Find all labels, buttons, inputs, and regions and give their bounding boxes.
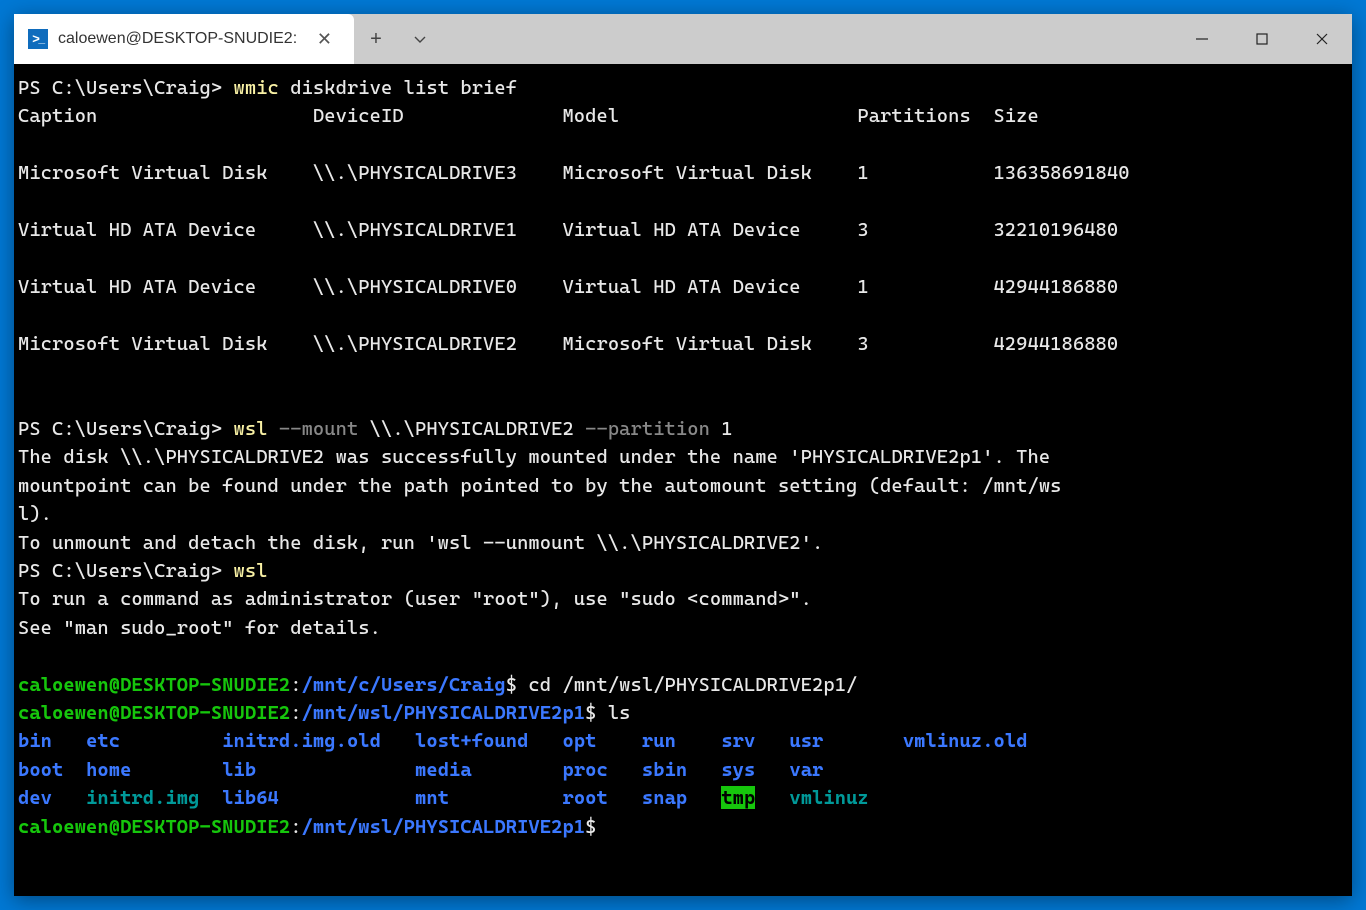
sudo-hint: To run a command as administrator (user … [18, 585, 1348, 613]
powershell-icon [28, 29, 48, 49]
table-row: Microsoft Virtual Disk \\.\PHYSICALDRIVE… [18, 159, 1348, 187]
maximize-button[interactable] [1232, 14, 1292, 64]
tab-title: caloewen@DESKTOP-SNUDIE2: [58, 30, 303, 48]
terminal-body[interactable]: PS C:\Users\Craig> wmic diskdrive list b… [14, 64, 1352, 896]
mount-output: To unmount and detach the disk, run 'wsl… [18, 529, 1348, 557]
titlebar: caloewen@DESKTOP-SNUDIE2: ✕ + [14, 14, 1352, 64]
mount-output: l). [18, 500, 1348, 528]
close-tab-button[interactable]: ✕ [313, 25, 336, 54]
wsl-prompt-idle: caloewen@DESKTOP-SNUDIE2:/mnt/wsl/PHYSIC… [18, 813, 1348, 841]
cmd-wmic: PS C:\Users\Craig> wmic diskdrive list b… [18, 74, 1348, 102]
mount-output: The disk \\.\PHYSICALDRIVE2 was successf… [18, 443, 1348, 471]
wsl-cmd-ls: caloewen@DESKTOP-SNUDIE2:/mnt/wsl/PHYSIC… [18, 699, 1348, 727]
titlebar-spacer [442, 14, 1172, 64]
cmd-wsl-mount: PS C:\Users\Craig> wsl --mount \\.\PHYSI… [18, 415, 1348, 443]
mount-output: mountpoint can be found under the path p… [18, 472, 1348, 500]
minimize-button[interactable] [1172, 14, 1232, 64]
ls-row: bin etc initrd.img.old lost+found opt ru… [18, 727, 1348, 755]
tab-active[interactable]: caloewen@DESKTOP-SNUDIE2: ✕ [14, 14, 354, 64]
new-tab-button[interactable]: + [354, 14, 398, 64]
tab-dropdown-button[interactable] [398, 14, 442, 64]
table-row: Virtual HD ATA Device \\.\PHYSICALDRIVE0… [18, 273, 1348, 301]
ls-row: boot home lib media proc sbin sys var [18, 756, 1348, 784]
window-controls [1172, 14, 1352, 64]
ls-row: dev initrd.img lib64 mnt root snap tmp v… [18, 784, 1348, 812]
table-row: Microsoft Virtual Disk \\.\PHYSICALDRIVE… [18, 330, 1348, 358]
terminal-window: caloewen@DESKTOP-SNUDIE2: ✕ + PS C:\User… [14, 14, 1352, 896]
sudo-hint: See "man sudo_root" for details. [18, 614, 1348, 642]
table-row: Virtual HD ATA Device \\.\PHYSICALDRIVE1… [18, 216, 1348, 244]
chevron-down-icon [412, 31, 428, 47]
close-window-button[interactable] [1292, 14, 1352, 64]
table-header: Caption DeviceID Model Partitions Size [18, 102, 1348, 130]
cmd-wsl: PS C:\Users\Craig> wsl [18, 557, 1348, 585]
wsl-cmd-cd: caloewen@DESKTOP-SNUDIE2:/mnt/c/Users/Cr… [18, 671, 1348, 699]
